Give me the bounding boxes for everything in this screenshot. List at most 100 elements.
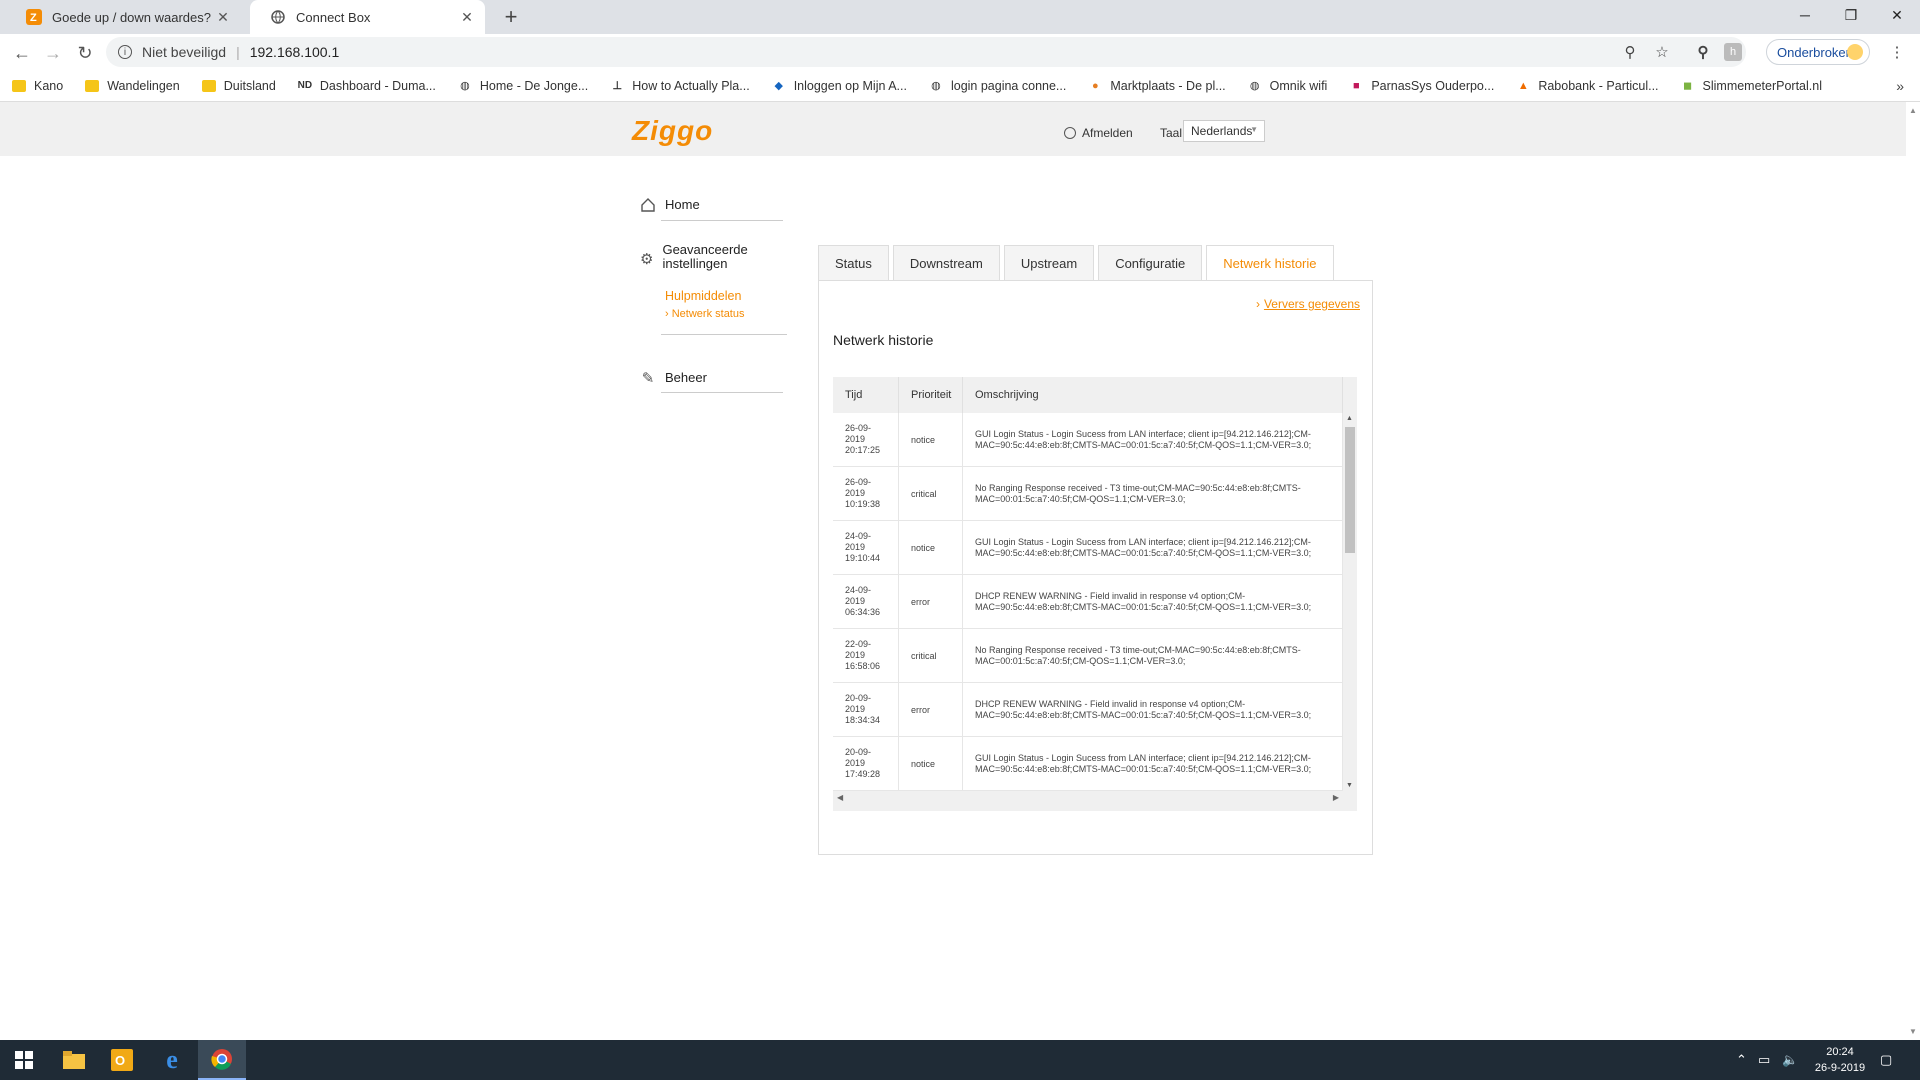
bookmark-rabobank[interactable]: ▲ Rabobank - Particul... <box>1516 79 1659 93</box>
profile-button[interactable]: Onderbroken <box>1766 39 1870 65</box>
table-header: Tijd Prioriteit Omschrijving <box>833 377 1343 413</box>
sidebar-item-home[interactable]: Home <box>640 197 700 213</box>
sidebar-divider <box>661 392 783 393</box>
edge-icon[interactable]: e <box>148 1040 196 1080</box>
close-tab-icon[interactable]: ✕ <box>459 9 475 25</box>
bookmark-label: Home - De Jonge... <box>479 78 589 93</box>
forward-arrow-icon[interactable]: → <box>40 40 66 66</box>
table-vertical-scrollbar[interactable]: ▲ ▼ <box>1343 413 1357 791</box>
cell-time: 20-09- 2019 18:34:34 <box>833 683 899 736</box>
url-text[interactable]: 192.168.100.1 <box>250 44 340 60</box>
address-bar[interactable]: i Niet beveiligd | 192.168.100.1 <box>106 37 1746 67</box>
ziggo-logo[interactable]: Ziggo <box>632 115 713 147</box>
cell-priority: error <box>899 575 963 628</box>
outlook-icon[interactable]: O <box>98 1040 146 1080</box>
chrome-icon[interactable] <box>198 1040 246 1080</box>
zoom-icon[interactable]: ⚲ <box>1621 43 1639 61</box>
clock[interactable]: 20:24 26-9-2019 <box>1805 1044 1875 1076</box>
file-explorer-icon[interactable] <box>50 1040 98 1080</box>
folder-icon <box>85 79 100 93</box>
close-window-icon[interactable]: ✕ <box>1874 0 1920 30</box>
bookmark-inloggen[interactable]: ◆ Inloggen op Mijn A... <box>772 79 907 93</box>
sidebar-item-network-status[interactable]: › Netwerk status <box>665 308 744 320</box>
bookmark-login-pagina[interactable]: ◍ login pagina conne... <box>929 79 1066 93</box>
page-scrollbar[interactable]: ▲ ▼ <box>1906 102 1920 1040</box>
bookmark-kano[interactable]: Kano <box>12 79 63 93</box>
scroll-up-icon[interactable]: ▲ <box>1909 106 1917 115</box>
language-select[interactable]: Nederlands ▼ <box>1183 120 1265 142</box>
reload-icon[interactable]: ↻ <box>72 40 98 66</box>
info-icon[interactable]: i <box>118 45 132 59</box>
cell-time: 24-09- 2019 06:34:36 <box>833 575 899 628</box>
menu-dots-icon[interactable]: ⋮ <box>1888 43 1906 61</box>
bookmark-wandelingen[interactable]: Wandelingen <box>85 79 180 93</box>
notifications-icon[interactable]: ▢ <box>1880 1052 1892 1068</box>
logout-link[interactable]: Afmelden <box>1064 126 1133 140</box>
bookmarks-bar: Kano Wandelingen Duitsland ND Dashboard -… <box>0 70 1920 102</box>
bookmark-star-icon[interactable]: ☆ <box>1653 43 1671 61</box>
bookmark-parnassys[interactable]: ■ ParnasSys Ouderpo... <box>1349 79 1494 93</box>
sidebar-item-admin[interactable]: ✎ Beheer <box>640 370 707 387</box>
sidebar-divider <box>661 334 787 335</box>
bookmark-label: Marktplaats - De pl... <box>1110 78 1226 93</box>
cell-time: 26-09- 2019 20:17:25 <box>833 413 899 466</box>
bookmark-label: login pagina conne... <box>950 78 1067 93</box>
security-label: Niet beveiligd <box>142 44 227 60</box>
folder-icon <box>12 79 26 93</box>
windows-start-icon[interactable] <box>0 1040 48 1080</box>
cell-description: GUI Login Status - Login Sucess from LAN… <box>963 413 1343 466</box>
close-tab-icon[interactable]: ✕ <box>215 9 231 25</box>
nd-icon: ND <box>297 80 313 91</box>
avatar <box>1847 44 1863 60</box>
tab-status[interactable]: Status <box>818 245 889 281</box>
globe-icon: ◍ <box>931 80 941 92</box>
bookmark-dashboard[interactable]: ND Dashboard - Duma... <box>298 79 436 93</box>
bookmark-omnik[interactable]: ◍ Omnik wifi <box>1248 79 1327 93</box>
bookmark-slimmemeter[interactable]: ◼ SlimmemeterPortal.nl <box>1681 79 1822 93</box>
more-bookmarks-icon[interactable]: » <box>1896 78 1904 94</box>
network-icon[interactable]: ▭ <box>1758 1052 1770 1068</box>
cell-priority: notice <box>899 737 963 790</box>
scroll-up-icon[interactable]: ▲ <box>1346 415 1353 422</box>
table-horizontal-scrollbar[interactable]: ◀ ▶ <box>833 791 1343 807</box>
minimize-icon[interactable]: ─ <box>1782 0 1828 30</box>
bookmark-how-to[interactable]: ⊥ How to Actually Pla... <box>610 79 749 93</box>
scroll-down-icon[interactable]: ▼ <box>1909 1027 1917 1036</box>
chevron-down-icon: ▼ <box>1250 125 1258 134</box>
tab-connect-box[interactable]: Connect Box ✕ <box>250 0 485 34</box>
tab-goede-up-down[interactable]: Z Goede up / down waardes? | Zig ✕ <box>6 0 241 34</box>
scroll-left-icon[interactable]: ◀ <box>837 793 843 802</box>
parnassys-icon: ■ <box>1353 79 1360 92</box>
bookmark-marktplaats[interactable]: ● Marktplaats - De pl... <box>1088 78 1226 93</box>
back-arrow-icon[interactable]: ← <box>9 40 35 66</box>
bookmark-label: SlimmemeterPortal.nl <box>1702 78 1822 93</box>
marktplaats-icon: ● <box>1092 79 1099 92</box>
tab-upstream[interactable]: Upstream <box>1003 245 1095 281</box>
refresh-link[interactable]: › Ververs gegevens <box>1256 297 1360 311</box>
column-header-time: Tijd <box>833 377 899 413</box>
search-extension-icon[interactable]: ⚲ <box>1694 43 1712 61</box>
tab-configuratie[interactable]: Configuratie <box>1098 245 1203 281</box>
ziggo-favicon-icon: Z <box>26 9 42 25</box>
page-content: Ziggo Afmelden Taal Nederlands ▼ Home ⚙ … <box>0 102 1906 1040</box>
crane-icon: ⊥ <box>612 80 623 92</box>
sidebar-item-tools[interactable]: Hulpmiddelen <box>665 289 741 303</box>
bookmark-home-de-jonge[interactable]: ◍ Home - De Jonge... <box>458 79 588 93</box>
shield-icon: ◆ <box>774 80 783 92</box>
power-icon <box>1064 127 1076 139</box>
extension-icon[interactable]: h <box>1724 43 1742 61</box>
sidebar-item-advanced[interactable]: ⚙ Geavanceerde instellingen <box>640 243 790 271</box>
tab-netwerk-historie[interactable]: Netwerk historie <box>1206 245 1334 281</box>
bookmark-duitsland[interactable]: Duitsland <box>201 79 276 93</box>
restore-icon[interactable]: ❐ <box>1828 0 1874 30</box>
refresh-label: Ververs gegevens <box>1263 297 1360 311</box>
scroll-right-icon[interactable]: ▶ <box>1333 793 1339 802</box>
chevron-up-icon[interactable]: ⌃ <box>1736 1052 1747 1068</box>
tab-downstream[interactable]: Downstream <box>892 245 1000 281</box>
table-body[interactable]: 26-09- 2019 20:17:25 notice GUI Login Status… <box>833 413 1343 791</box>
new-tab-button[interactable]: + <box>498 4 524 30</box>
scroll-thumb[interactable] <box>1345 427 1355 553</box>
volume-icon[interactable]: 🔈 <box>1782 1052 1798 1068</box>
scroll-down-icon[interactable]: ▼ <box>1346 782 1353 789</box>
clock-date: 26-9-2019 <box>1814 1062 1866 1074</box>
